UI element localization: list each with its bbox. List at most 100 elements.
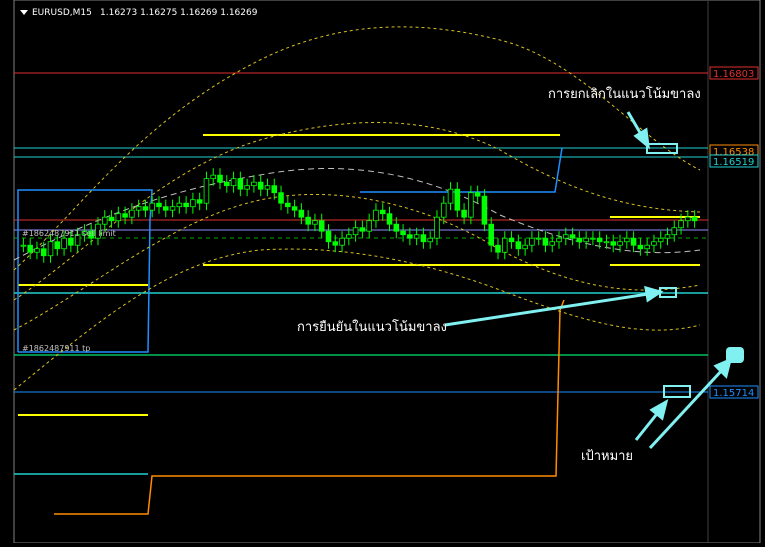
bear-cancel-annotation: การยกเลิกในแนวโน้มขาลง <box>548 86 701 102</box>
candle-body <box>352 227 359 236</box>
candle-body <box>318 220 325 232</box>
candle-body <box>47 241 54 257</box>
candle-body <box>346 234 352 239</box>
candle-body <box>603 241 610 244</box>
ohlc-label: 1.16273 1.16275 1.16269 1.16269 <box>100 8 258 18</box>
candle-body <box>203 178 210 204</box>
candle-body <box>312 220 318 225</box>
candle-body <box>40 248 47 257</box>
candle-body <box>440 202 447 218</box>
symbol-label: EURUSD,M15 <box>32 8 92 18</box>
price-label-4: 1.15714 <box>713 388 754 399</box>
candle-body <box>630 237 637 246</box>
candle-body <box>244 185 250 190</box>
candle-body <box>434 216 440 239</box>
candle-body <box>332 241 339 246</box>
candle-body <box>257 181 264 190</box>
candle-body <box>515 241 522 250</box>
candle-body <box>251 181 257 187</box>
candle-body <box>468 192 474 218</box>
chart-header: EURUSD,M15 1.16273 1.16275 1.16269 1.162… <box>20 8 258 18</box>
candle-body <box>271 185 278 194</box>
candle-body <box>400 230 406 236</box>
candle-body <box>101 216 108 225</box>
candle-body <box>359 227 366 232</box>
candle-body <box>264 185 271 190</box>
candle-body <box>495 244 501 253</box>
candle-body <box>691 216 698 222</box>
candle-body <box>637 244 644 250</box>
candle-body <box>217 174 223 183</box>
candle-body <box>657 237 664 243</box>
candle-body <box>278 192 284 204</box>
candle-body <box>447 188 454 204</box>
candle-body <box>454 188 461 211</box>
candle-body <box>461 209 467 218</box>
candle-body <box>529 237 535 246</box>
candle-body <box>508 237 515 243</box>
candle-body <box>678 220 684 229</box>
candle-body <box>590 237 596 240</box>
candle-body <box>68 237 74 246</box>
candle-body <box>61 237 67 250</box>
candle-body <box>20 244 27 247</box>
candle-body <box>651 241 657 246</box>
candle-body <box>624 237 630 243</box>
price-label-3: 1.16519 <box>713 157 754 168</box>
candle-body <box>190 199 196 208</box>
candle-body <box>176 202 183 208</box>
candle-body <box>522 244 528 250</box>
candle-body <box>481 195 488 225</box>
candle-body <box>298 209 305 218</box>
candle-body <box>393 223 400 232</box>
candle-body <box>162 206 169 211</box>
candle-body <box>291 206 298 211</box>
candle-body <box>149 202 155 211</box>
candle-body <box>420 234 427 243</box>
candle-body <box>488 223 494 246</box>
candle-body <box>237 178 244 190</box>
candle-body <box>305 216 311 225</box>
candle-body <box>549 241 556 246</box>
candle-body <box>556 237 562 243</box>
candle-body <box>407 234 413 239</box>
candle-body <box>583 237 589 243</box>
sell-limit-order-label: #1862487911 sell limit <box>22 229 116 238</box>
price-label-1: 1.16803 <box>713 69 754 80</box>
candle-body <box>122 213 128 218</box>
candle-body <box>142 206 149 211</box>
candle-body <box>501 237 508 253</box>
candle-body <box>156 202 162 208</box>
candle-body <box>671 227 678 236</box>
candle-body <box>54 241 61 250</box>
candle-body <box>169 206 176 211</box>
candle-body <box>569 234 576 239</box>
candle-body <box>108 216 115 222</box>
bear-confirm-annotation: การยืนยันในแนวโน้มขาลง <box>297 319 447 335</box>
candle-body <box>339 237 345 246</box>
tp-order-label: #1862487911 tp <box>22 344 90 353</box>
candle-body <box>183 202 189 208</box>
candle-body <box>129 209 135 218</box>
candle-body <box>664 234 671 239</box>
candle-body <box>427 237 433 243</box>
candle-body <box>373 209 379 222</box>
candle-body <box>379 209 386 215</box>
candle-body <box>610 241 617 246</box>
candle-body <box>196 199 203 204</box>
candle-body <box>474 192 481 197</box>
candle-body <box>366 220 372 232</box>
candle-body <box>224 181 230 187</box>
candle-body <box>386 213 393 225</box>
candle-body <box>135 206 142 211</box>
candle-body <box>27 244 33 253</box>
candle-body <box>230 178 237 187</box>
candle-body <box>563 234 569 239</box>
candle-body <box>644 244 650 250</box>
candle-body <box>285 202 291 208</box>
chart[interactable]: การยกเลิกในแนวโน้มขาลง การยืนยันในแนวโน้… <box>0 0 765 544</box>
candle-body <box>617 241 623 246</box>
candle-body <box>34 248 40 253</box>
candle-body <box>576 237 583 243</box>
candle-body <box>685 216 691 222</box>
